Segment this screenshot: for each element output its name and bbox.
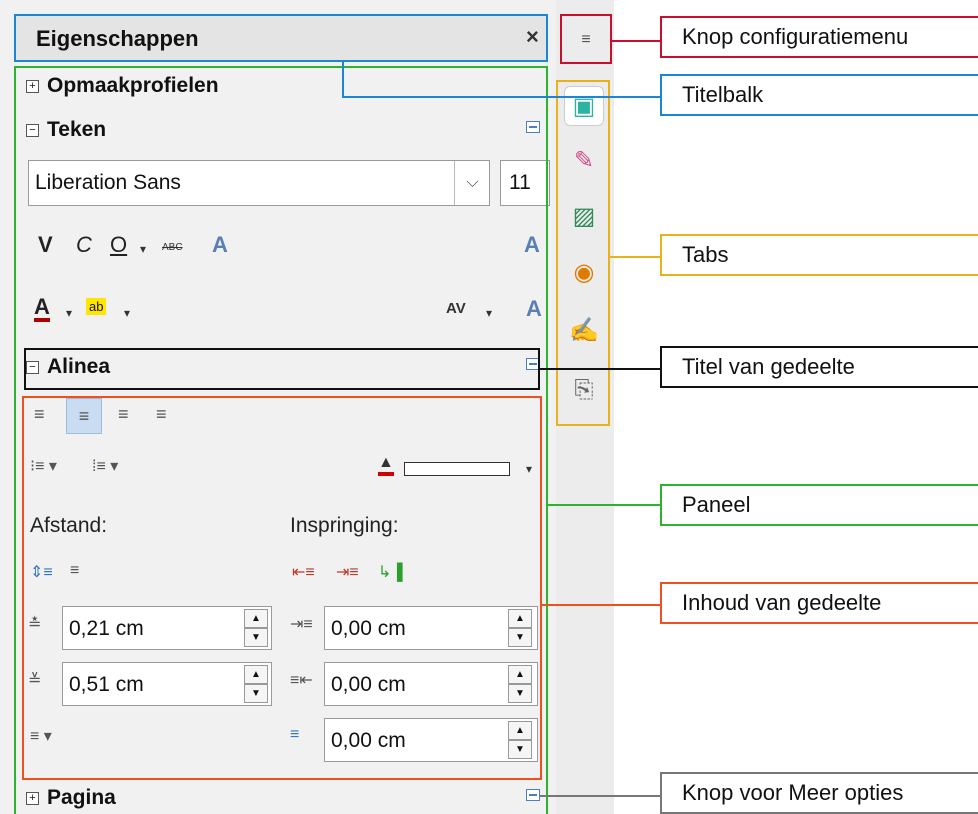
content-highlight [22, 396, 542, 780]
deck-title-highlight [24, 348, 540, 390]
menu-highlight [560, 14, 612, 64]
tabs-highlight [556, 80, 610, 426]
callout-deck-title: Titel van gedeelte [660, 346, 978, 388]
menu-leader [612, 40, 660, 42]
panel-leader [548, 504, 660, 506]
title-leader-v [342, 60, 344, 96]
titlebar-highlight [14, 14, 548, 62]
callout-panel: Paneel [660, 484, 978, 526]
callout-title-bar: Titelbalk [660, 74, 978, 116]
callout-config-menu: Knop configuratiemenu [660, 16, 978, 58]
title-leader-h [342, 96, 660, 98]
callout-tabs: Tabs [660, 234, 978, 276]
content-leader [542, 604, 660, 606]
tabs-leader [610, 256, 660, 258]
callout-content: Inhoud van gedeelte [660, 582, 978, 624]
more-leader [540, 795, 660, 797]
deck-title-leader [540, 368, 660, 370]
callout-more-options: Knop voor Meer opties [660, 772, 978, 814]
